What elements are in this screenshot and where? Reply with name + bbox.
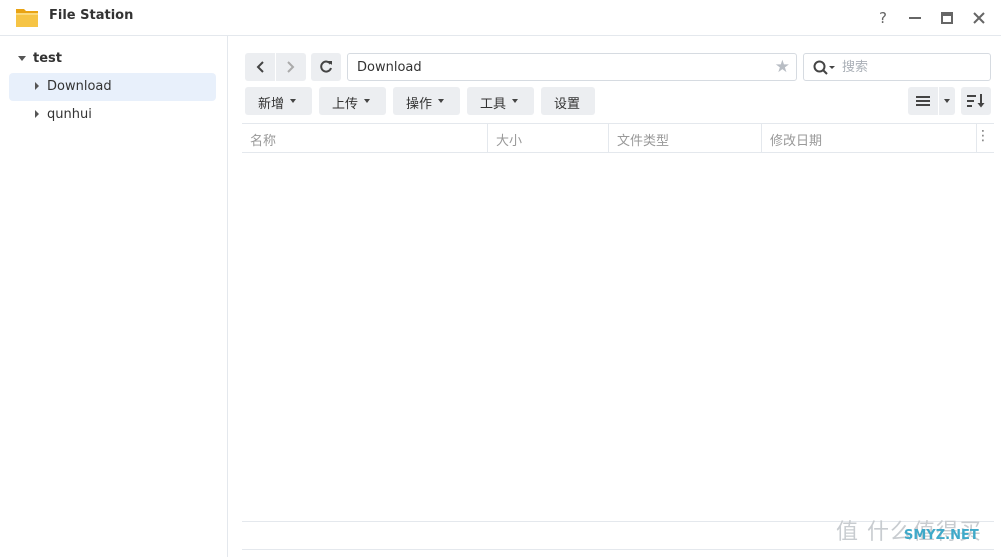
maximize-button[interactable] <box>937 8 957 28</box>
chevron-right-icon <box>287 61 295 73</box>
new-button-label: 新增 <box>258 97 285 112</box>
star-icon[interactable]: ★ <box>775 57 790 77</box>
app-title: File Station <box>49 8 134 23</box>
caret-down-icon[interactable] <box>18 56 26 61</box>
caret-right-icon[interactable] <box>35 110 39 118</box>
help-button[interactable]: ? <box>873 8 893 28</box>
column-header-type[interactable]: 文件类型 <box>609 124 762 152</box>
action-button-label: 操作 <box>406 97 433 112</box>
view-mode-dropdown[interactable] <box>939 87 955 115</box>
tree-item-qunhui[interactable]: qunhui <box>9 101 216 129</box>
file-table-body[interactable] <box>242 153 994 521</box>
bottom-divider <box>242 549 994 550</box>
action-button[interactable]: 操作 <box>393 87 460 115</box>
refresh-button[interactable] <box>311 53 341 81</box>
dropdown-caret-icon <box>944 99 950 103</box>
current-path: Download <box>357 60 422 75</box>
dropdown-caret-icon <box>290 99 296 103</box>
column-header-label: 大小 <box>496 134 523 149</box>
minimize-button[interactable] <box>905 8 925 28</box>
tree-item-label: qunhui <box>47 107 92 122</box>
forward-button[interactable] <box>276 53 306 81</box>
folder-icon <box>15 5 39 29</box>
sort-icon <box>967 94 985 108</box>
close-button[interactable] <box>969 8 989 28</box>
caret-right-icon[interactable] <box>35 82 39 90</box>
chevron-left-icon <box>256 61 264 73</box>
title-bar: File Station ? <box>0 0 1001 36</box>
column-header-label: 文件类型 <box>617 134 670 149</box>
tree-item-download[interactable]: Download <box>9 73 216 101</box>
column-header-name[interactable]: 名称 <box>242 124 488 152</box>
tools-button-label: 工具 <box>480 97 507 112</box>
sort-button[interactable] <box>961 87 991 115</box>
dropdown-caret-icon <box>364 99 370 103</box>
new-button[interactable]: 新增 <box>245 87 312 115</box>
settings-button[interactable]: 设置 <box>541 87 595 115</box>
refresh-icon <box>320 60 332 73</box>
search-input[interactable] <box>842 58 982 76</box>
minimize-icon <box>909 17 921 19</box>
view-mode-button[interactable] <box>908 87 938 115</box>
close-icon <box>973 12 985 24</box>
tree-item-label: Download <box>47 79 112 94</box>
column-header-label: 修改日期 <box>770 134 823 149</box>
column-header-modified[interactable]: 修改日期 <box>762 124 977 152</box>
search-box[interactable] <box>803 53 991 81</box>
back-button[interactable] <box>245 53 275 81</box>
column-header-size[interactable]: 大小 <box>488 124 609 152</box>
settings-button-label: 设置 <box>554 97 581 112</box>
maximize-icon <box>941 12 953 24</box>
column-header-label: 名称 <box>250 134 277 149</box>
more-vertical-icon[interactable]: ⋮ <box>976 128 990 144</box>
upload-button-label: 上传 <box>332 97 359 112</box>
dropdown-caret-icon <box>438 99 444 103</box>
folder-tree: test Download qunhui <box>0 36 228 557</box>
path-bar[interactable]: Download ★ <box>347 53 797 81</box>
file-table-header: 名称 大小 文件类型 修改日期 ⋮ <box>242 123 994 153</box>
list-view-icon <box>916 96 930 106</box>
search-icon[interactable] <box>813 60 835 76</box>
dropdown-caret-icon <box>512 99 518 103</box>
upload-button[interactable]: 上传 <box>319 87 386 115</box>
tools-button[interactable]: 工具 <box>467 87 534 115</box>
tree-root-label: test <box>33 51 62 66</box>
watermark-site: SMYZ.NET <box>904 528 979 543</box>
